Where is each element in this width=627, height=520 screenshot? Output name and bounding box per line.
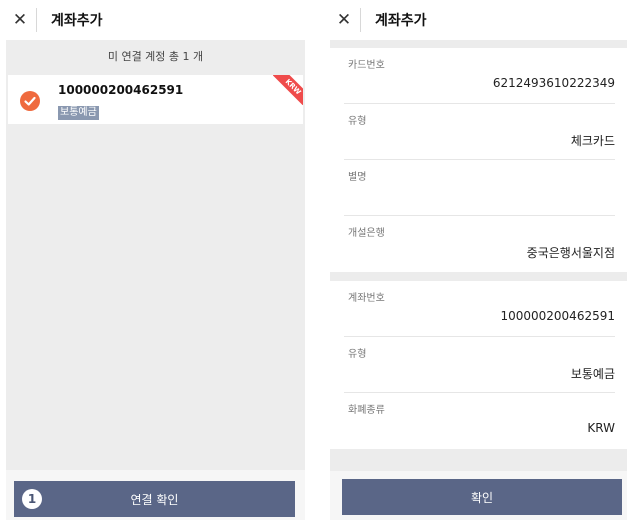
checkmark-icon[interactable]	[20, 91, 40, 111]
header-divider	[36, 8, 37, 32]
card-number-row: 카드번호 6212493610222349	[330, 48, 627, 104]
card-info-section: 카드번호 6212493610222349 유형 체크카드 별명 개설은행 중국…	[330, 48, 627, 272]
page-title: 계좌추가	[51, 13, 103, 29]
row-value: 중국은행서울지점	[526, 246, 615, 260]
row-label: 계좌번호	[348, 293, 385, 304]
row-value: 100000200462591	[500, 309, 615, 323]
step-count-badge: 1	[22, 489, 42, 509]
currency-ribbon-label: KRW	[273, 75, 303, 105]
account-list-item[interactable]: 100000200462591 보통예금 KRW	[8, 75, 303, 124]
account-number: 100000200462591	[58, 83, 184, 97]
currency-ribbon: KRW	[273, 75, 303, 105]
header: ✕ 계좌추가	[6, 0, 305, 40]
nickname-row[interactable]: 별명	[330, 160, 627, 216]
row-label: 화폐종류	[348, 405, 385, 416]
account-detail-panel: ✕ 계좌추가 카드번호 6212493610222349 유형 체크카드 별명 …	[330, 0, 627, 520]
currency-row: 화폐종류 KRW	[330, 393, 627, 449]
footer-bar: 확인	[330, 471, 627, 520]
close-icon[interactable]: ✕	[6, 0, 34, 40]
page-title: 계좌추가	[375, 13, 427, 29]
row-value: KRW	[587, 421, 615, 435]
row-value: 6212493610222349	[492, 76, 615, 90]
footer-bar: 1 연결 확인	[6, 470, 305, 520]
close-icon[interactable]: ✕	[330, 0, 358, 40]
account-type-badge: 보통예금	[58, 106, 99, 120]
row-label: 카드번호	[348, 60, 385, 71]
confirm-button[interactable]: 확인	[342, 479, 622, 515]
row-label: 별명	[348, 172, 367, 183]
row-value: 체크카드	[570, 134, 615, 148]
account-select-panel: ✕ 계좌추가 미 연결 계정 총 1 개 100000200462591 보통예…	[6, 0, 305, 520]
row-label: 유형	[348, 116, 367, 127]
confirm-button-label: 확인	[470, 490, 494, 505]
row-value: 보통예금	[570, 367, 615, 381]
account-number-row: 계좌번호 100000200462591	[330, 281, 627, 337]
header: ✕ 계좌추가	[330, 0, 627, 40]
section-gap	[330, 449, 627, 471]
section-gap	[330, 40, 627, 48]
account-type-row: 유형 보통예금	[330, 337, 627, 393]
row-label: 유형	[348, 349, 367, 360]
issuing-bank-row: 개설은행 중국은행서울지점	[330, 216, 627, 272]
account-info-section: 계좌번호 100000200462591 유형 보통예금 화폐종류 KRW	[330, 281, 627, 449]
section-gap	[330, 272, 627, 281]
header-divider	[360, 8, 361, 32]
confirm-link-button[interactable]: 1 연결 확인	[14, 481, 295, 517]
row-label: 개설은행	[348, 228, 385, 239]
confirm-link-label: 연결 확인	[130, 492, 179, 507]
card-type-row: 유형 체크카드	[330, 104, 627, 160]
unlinked-account-count: 미 연결 계정 총 1 개	[107, 50, 204, 63]
